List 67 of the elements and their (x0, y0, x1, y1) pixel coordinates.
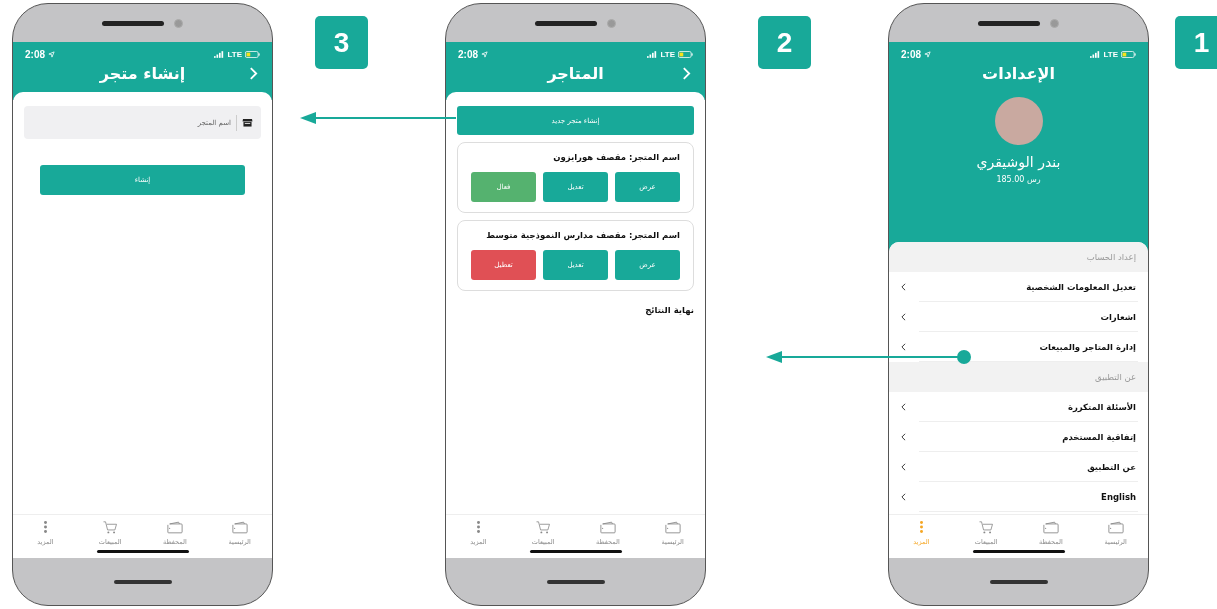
settings-item[interactable]: اشعارات (889, 302, 1148, 332)
settings-item[interactable]: الأسئلة المتكررة (889, 392, 1148, 422)
wallet-icon (1107, 521, 1124, 534)
network-label: LTE (227, 49, 242, 59)
home-button-icon (546, 579, 605, 584)
speaker-icon (978, 20, 1040, 26)
step-badge: 3 (315, 16, 368, 69)
home-button-icon (113, 579, 172, 584)
battery-icon (678, 50, 693, 58)
camera-icon (607, 18, 616, 28)
store-icon (242, 118, 253, 127)
status-time: 2:08 (25, 48, 45, 60)
store-name: اسم المتجر: مقصف هورايزون (552, 152, 680, 162)
settings-item[interactable]: إدارة المتاجر والمبيعات (889, 332, 1148, 362)
balance-text: 185.00 رس (996, 175, 1041, 184)
settings-item[interactable]: إتفاقية المستخدم (889, 422, 1148, 452)
home-button-icon (989, 579, 1048, 584)
network-label: LTE (1103, 49, 1118, 59)
chevron-right-icon[interactable] (682, 66, 691, 80)
store-name: اسم المتجر: مقصف مدارس النموذجية متوسط (485, 230, 680, 240)
network-label: LTE (660, 49, 675, 59)
chevron-right-icon[interactable] (249, 66, 258, 80)
settings-item[interactable]: تعديل المعلومات الشخصية (889, 272, 1148, 302)
speaker-icon (102, 20, 164, 26)
photo-placeholder (994, 97, 1043, 145)
camera-icon (174, 18, 183, 28)
settings-item[interactable]: عن التطبيق (889, 452, 1148, 482)
more-icon (476, 521, 480, 533)
end-of-results-text: نهاية النتائج (644, 305, 694, 315)
speaker-icon (535, 20, 597, 26)
screen-title: المتاجر (547, 63, 604, 83)
wallet-icon (1042, 521, 1059, 534)
chevron-left-icon (901, 463, 906, 471)
signal-icon (647, 50, 658, 58)
battery-icon (245, 50, 260, 58)
more-icon (919, 521, 923, 533)
step-badge: 2 (758, 16, 811, 69)
wallet-icon (664, 521, 681, 534)
location-arrow-icon (924, 50, 931, 58)
signal-icon (1090, 50, 1101, 58)
section-title: عن التطبيق (1095, 372, 1136, 382)
location-arrow-icon (481, 50, 488, 58)
profile-name: بندر الوشيقري (976, 154, 1061, 170)
step-badge: 1 (1175, 16, 1217, 69)
chevron-left-icon (901, 403, 906, 411)
screen-title: إنشاء متجر (99, 63, 186, 83)
more-icon (43, 521, 47, 533)
chevron-left-icon (901, 433, 906, 441)
wallet-icon (166, 521, 183, 534)
chevron-left-icon (901, 493, 906, 501)
section-title: إعداد الحساب (1086, 252, 1136, 262)
screen-title: الإعدادات (982, 63, 1055, 83)
cart-icon (102, 521, 119, 534)
signal-icon (214, 50, 225, 58)
cart-icon (978, 521, 995, 534)
chevron-left-icon (901, 283, 906, 291)
battery-icon (1121, 50, 1136, 58)
camera-icon (1050, 18, 1059, 28)
wallet-icon (599, 521, 616, 534)
status-time: 2:08 (901, 48, 921, 60)
location-arrow-icon (48, 50, 55, 58)
settings-item[interactable]: English (889, 482, 1148, 512)
status-time: 2:08 (458, 48, 478, 60)
chevron-left-icon (901, 313, 906, 321)
chevron-left-icon (901, 343, 906, 351)
cart-icon (535, 521, 552, 534)
wallet-icon (231, 521, 248, 534)
